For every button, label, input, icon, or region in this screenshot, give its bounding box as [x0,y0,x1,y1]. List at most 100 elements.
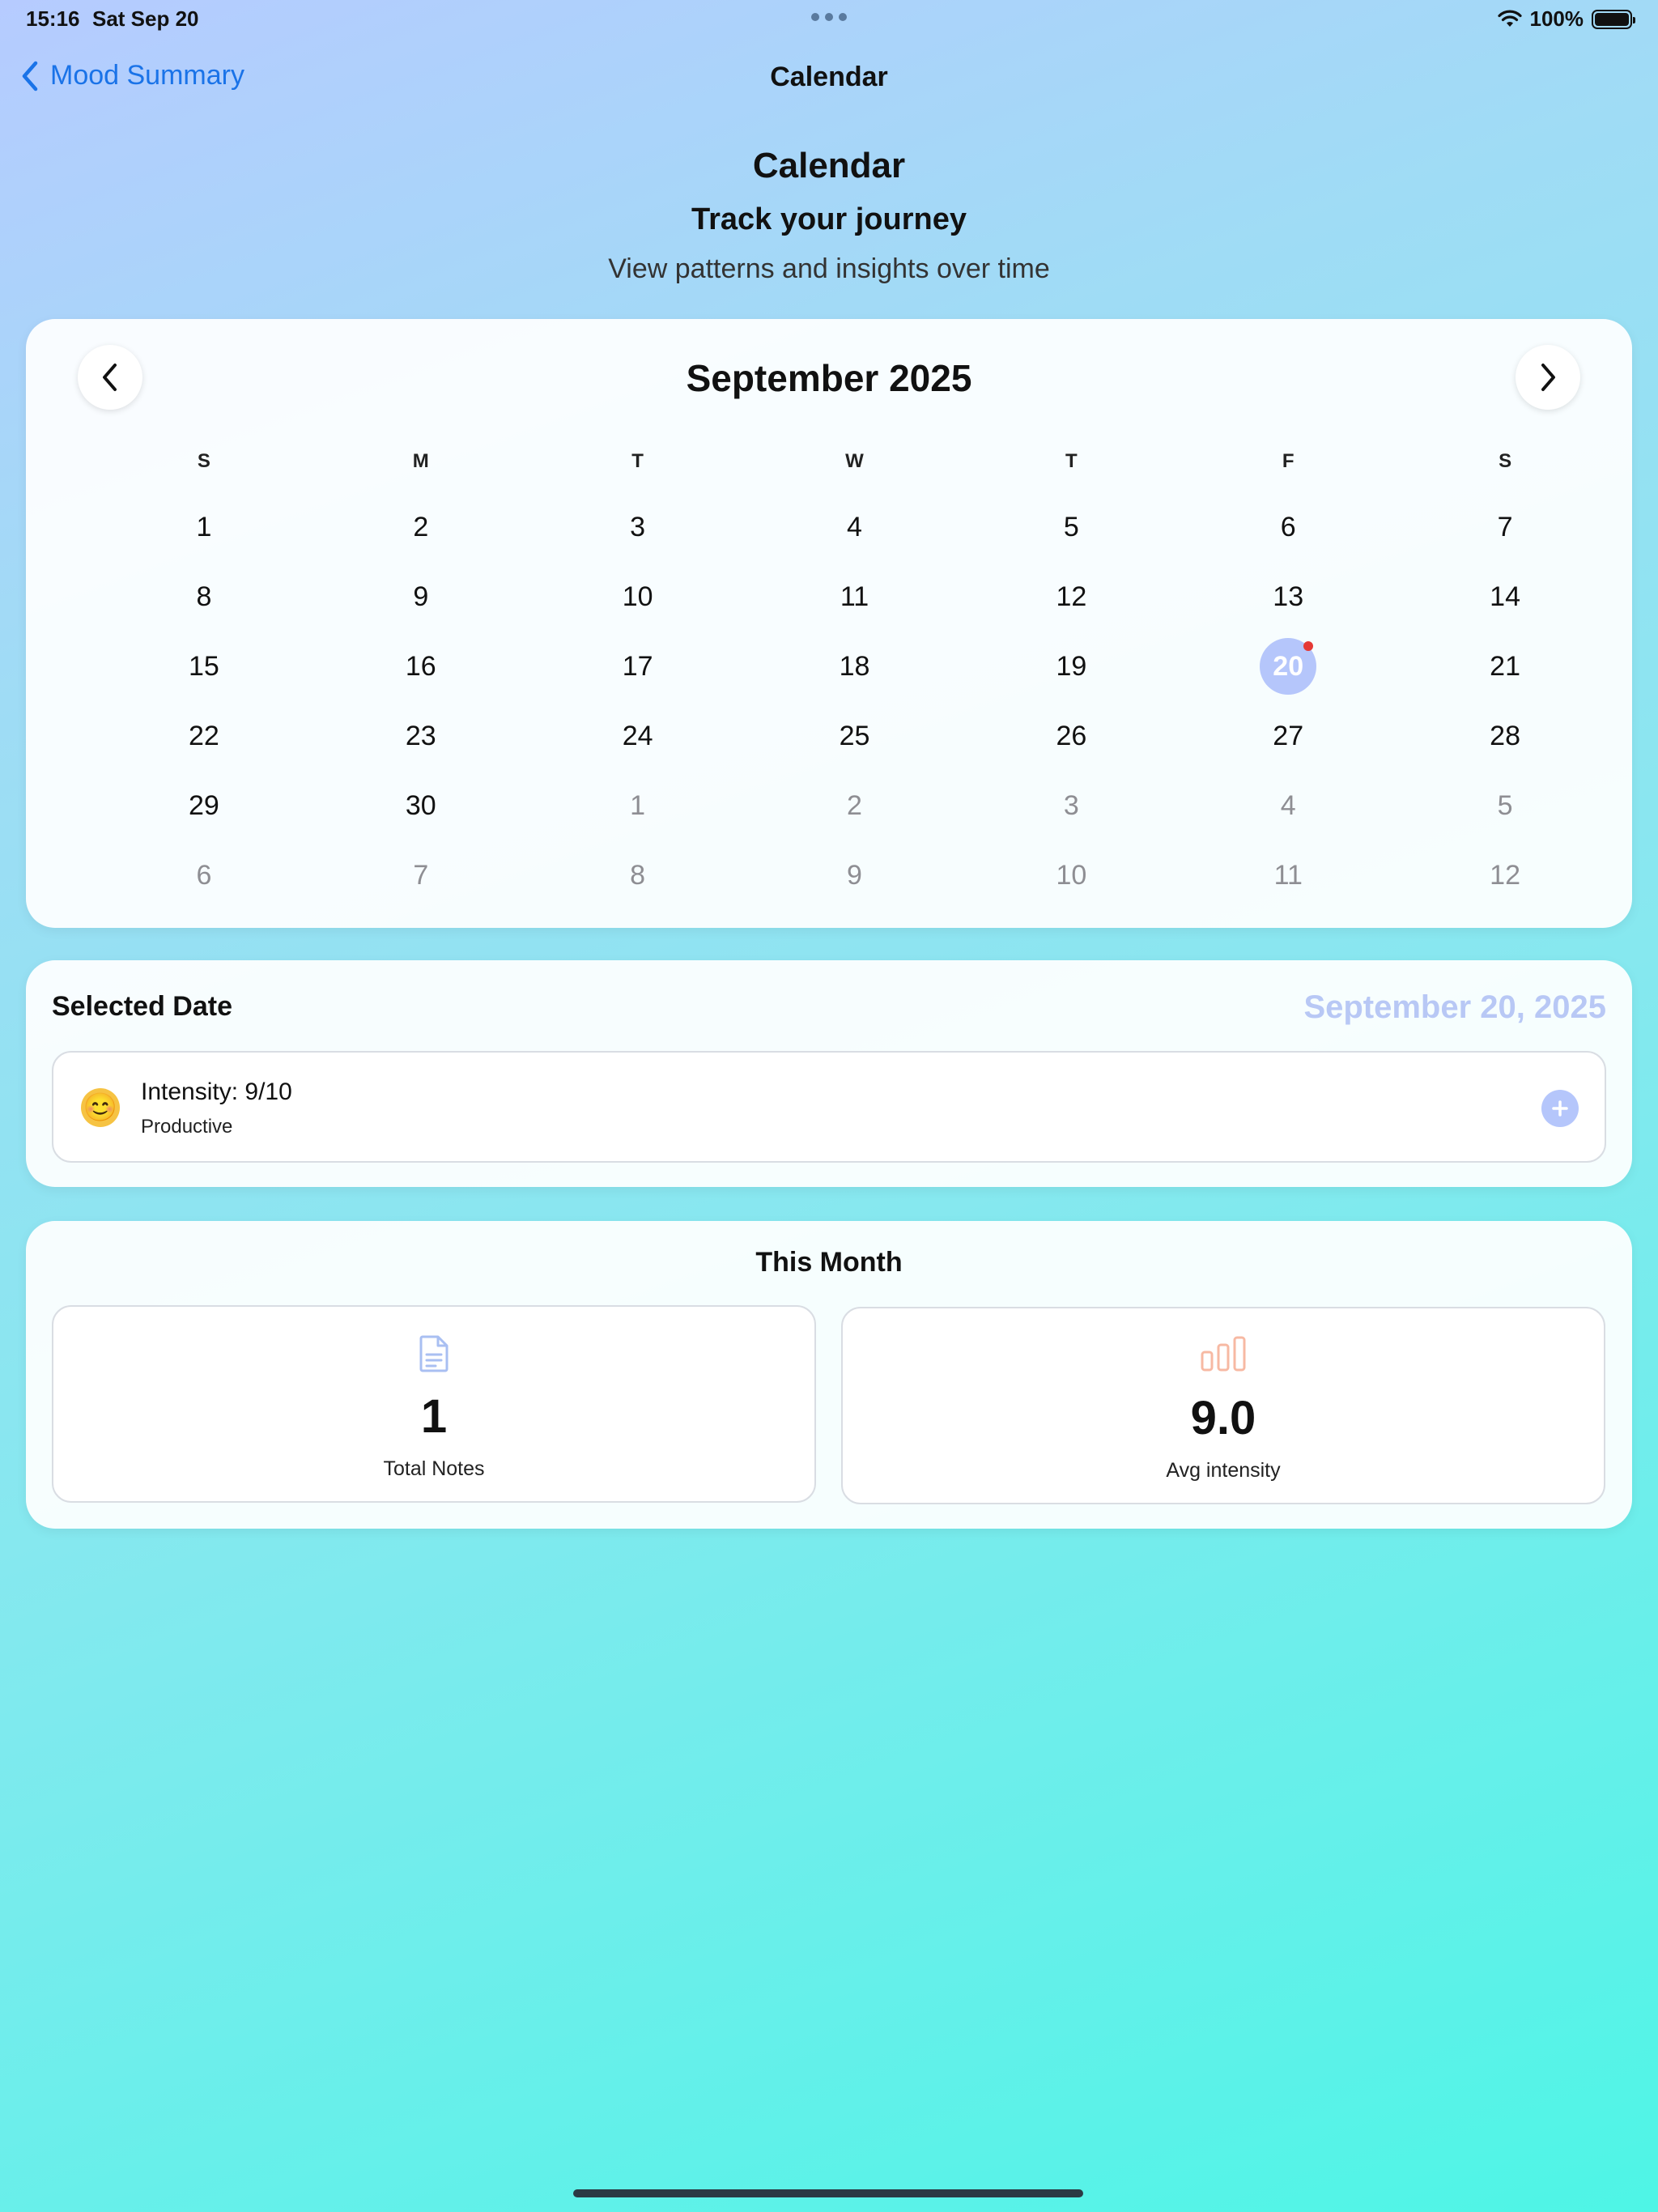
calendar-day-adjacent-month[interactable]: 5 [1397,771,1613,840]
mood-entry[interactable]: 😊 Intensity: 9/10 Productive [52,1051,1606,1163]
calendar-day[interactable]: 13 [1180,562,1397,632]
calendar-day-adjacent-month[interactable]: 2 [746,771,963,840]
day-number: 7 [1497,511,1513,542]
calendar-day[interactable]: 11 [746,562,963,632]
add-entry-button[interactable] [1541,1090,1579,1127]
chevron-right-icon [1541,364,1555,391]
this-month-title: This Month [755,1247,903,1278]
weekday-label: W [845,450,864,472]
calendar-day[interactable]: 1 [96,492,312,562]
day-number: 27 [1273,720,1304,751]
calendar-day[interactable]: 18 [746,632,963,701]
day-number: 3 [630,511,646,542]
calendar-day-adjacent-month[interactable]: 9 [746,840,963,910]
day-number: 19 [1056,650,1087,682]
calendar-day[interactable]: 16 [312,632,529,701]
day-number: 8 [196,581,212,612]
calendar-day[interactable]: 29 [96,771,312,840]
entry-indicator-dot [1303,641,1314,651]
calendar-day-adjacent-month[interactable]: 1 [529,771,746,840]
day-number: 25 [839,720,870,751]
day-number: 8 [630,859,646,891]
day-number: 14 [1490,581,1520,612]
day-number: 6 [196,859,212,891]
day-grid: 1 2 3 4 5 6 7 8 9 10 11 12 13 14 15 16 17 18 19 20 21 22 23 24 2… [96,492,1613,910]
calendar-day[interactable]: 5 [963,492,1180,562]
calendar-day[interactable]: 25 [746,701,963,771]
status-right: 100% [1497,6,1635,32]
calendar-card: September 2025 SMTWTFS 1 2 3 4 5 6 7 8 9 10 11 12 13… [26,319,1632,928]
total-notes-label: Total Notes [383,1457,485,1480]
calendar-day[interactable]: 3 [529,492,746,562]
weekday-label: F [1282,450,1295,472]
status-time: 15:16 [26,6,80,31]
calendar-day[interactable]: 28 [1397,701,1613,771]
calendar-day[interactable]: 12 [963,562,1180,632]
calendar-day-adjacent-month[interactable]: 8 [529,840,746,910]
month-label: September 2025 [686,357,972,399]
calendar-day[interactable]: 10 [529,562,746,632]
calendar-day[interactable]: 23 [312,701,529,771]
calendar-day[interactable]: 22 [96,701,312,771]
weekday-label: S [197,450,210,472]
calendar-day-adjacent-month[interactable]: 10 [963,840,1180,910]
day-number: 2 [847,789,862,821]
next-month-button[interactable] [1516,345,1580,410]
day-number: 10 [1056,859,1087,891]
day-number: 5 [1063,511,1079,542]
plus-icon [1552,1100,1568,1117]
day-number: 5 [1497,789,1513,821]
calendar-day[interactable]: 8 [96,562,312,632]
document-icon [419,1335,449,1372]
day-number: 30 [405,789,436,821]
calendar-day[interactable]: 30 [312,771,529,840]
calendar-day-adjacent-month[interactable]: 12 [1397,840,1613,910]
avg-intensity-stat: 9.0 Avg intensity [841,1307,1605,1504]
multitasking-dots-icon[interactable] [811,13,847,21]
weekday-label: M [412,450,429,472]
calendar-day-adjacent-month[interactable]: 6 [96,840,312,910]
calendar-day[interactable]: 9 [312,562,529,632]
day-number: 22 [189,720,219,751]
calendar-day[interactable]: 19 [963,632,1180,701]
page-title: Calendar [752,146,906,185]
calendar-day-adjacent-month[interactable]: 3 [963,771,1180,840]
page-subtitle: Track your journey [691,202,967,236]
calendar-day-selected[interactable]: 20 [1180,632,1397,701]
battery-icon [1592,9,1635,29]
day-number: 11 [840,581,869,612]
status-bar: 15:16 Sat Sep 20 100% [0,0,1658,39]
calendar-day[interactable]: 7 [1397,492,1613,562]
weekday-header: SMTWTFS [96,450,1613,473]
day-number: 29 [189,789,219,821]
calendar-day-adjacent-month[interactable]: 11 [1180,840,1397,910]
day-number: 18 [839,650,870,682]
calendar-day[interactable]: 24 [529,701,746,771]
day-number: 7 [413,859,429,891]
home-indicator[interactable] [573,2189,1083,2197]
calendar-day[interactable]: 21 [1397,632,1613,701]
day-number: 13 [1273,581,1304,612]
day-number: 17 [622,650,653,682]
selected-date-value: September 20, 2025 [1303,989,1606,1025]
day-number: 15 [189,650,219,682]
calendar-day-adjacent-month[interactable]: 7 [312,840,529,910]
weekday-label: T [631,450,644,472]
calendar-day[interactable]: 15 [96,632,312,701]
calendar-day[interactable]: 4 [746,492,963,562]
calendar-day-adjacent-month[interactable]: 4 [1180,771,1397,840]
calendar-day[interactable]: 14 [1397,562,1613,632]
day-number: 1 [196,511,212,542]
day-number: 6 [1280,511,1296,542]
calendar-day[interactable]: 26 [963,701,1180,771]
status-date: Sat Sep 20 [92,6,199,31]
calendar-day[interactable]: 6 [1180,492,1397,562]
calendar-day[interactable]: 27 [1180,701,1397,771]
entry-tag: Productive [141,1116,233,1138]
calendar-day[interactable]: 17 [529,632,746,701]
calendar-day[interactable]: 2 [312,492,529,562]
day-number: 24 [622,720,653,751]
day-number: 28 [1490,720,1520,751]
total-notes-stat: 1 Total Notes [52,1305,816,1503]
bar-chart-icon [1201,1336,1246,1372]
